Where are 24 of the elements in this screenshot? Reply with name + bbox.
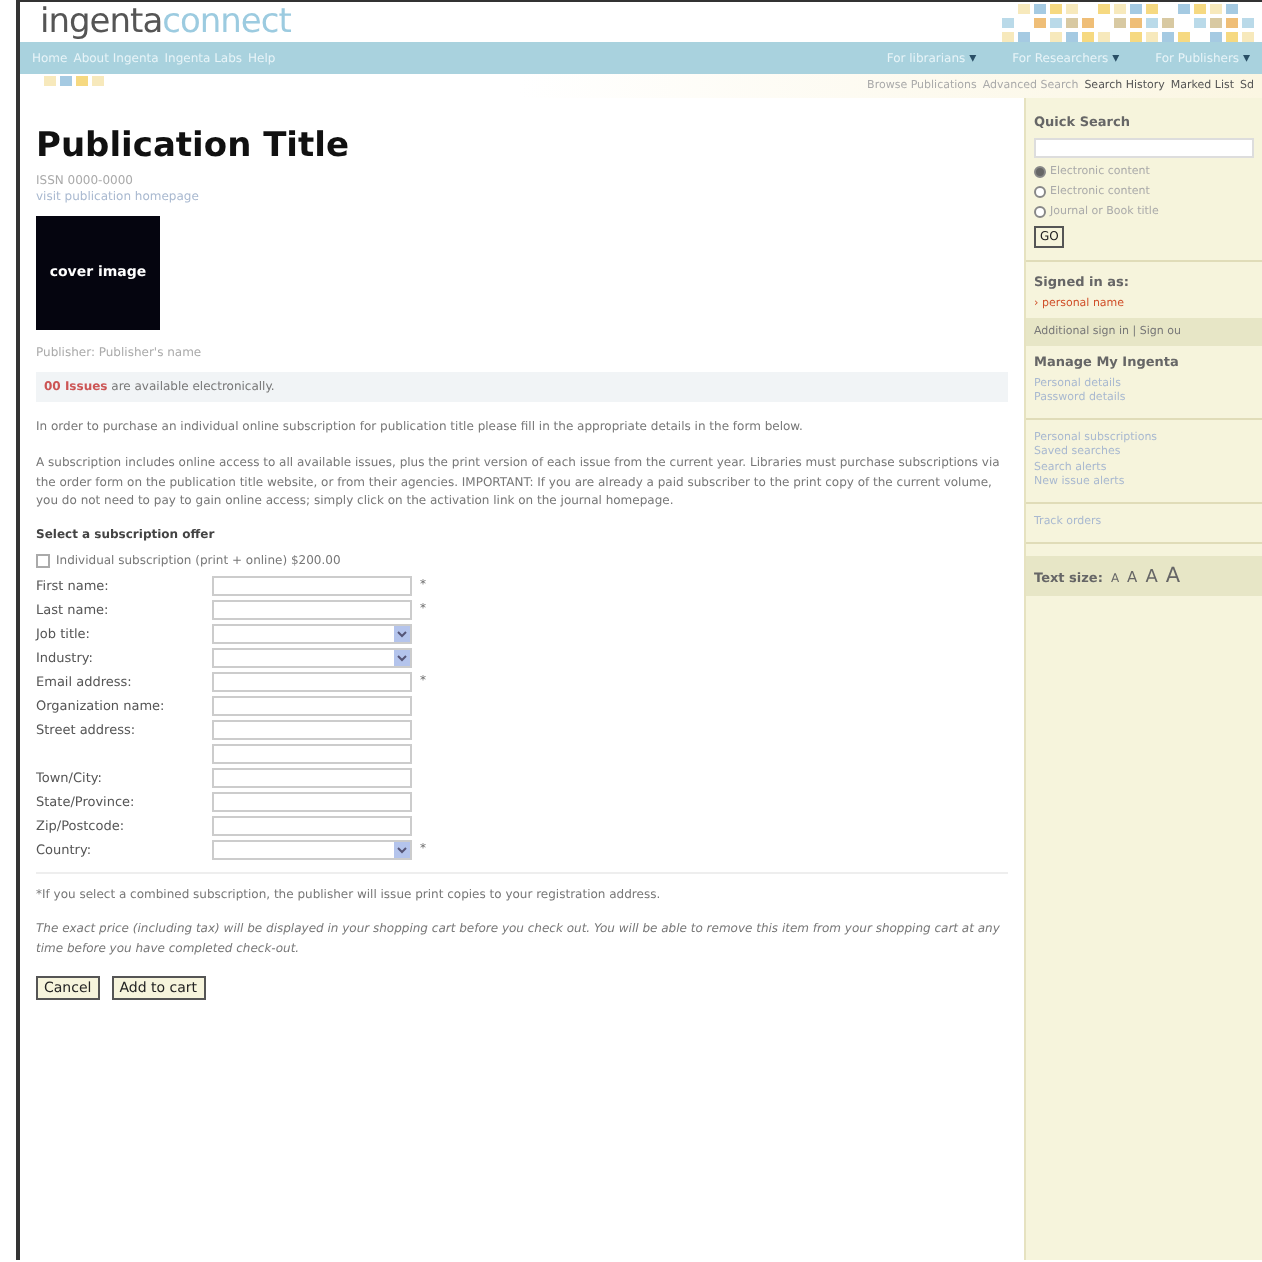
dropdown-arrow-icon [394,841,410,858]
input-field[interactable] [212,743,412,764]
input-field[interactable] [212,791,412,812]
input-field[interactable] [212,767,412,788]
input-field[interactable] [212,599,412,620]
search-field[interactable] [1034,138,1254,158]
input-field[interactable] [212,575,412,596]
dropdown-arrow-icon [394,649,410,666]
logo[interactable]: ingentaconnect [40,2,291,42]
input-field[interactable] [212,695,412,716]
page-title: Publication Title [36,126,351,166]
input-field[interactable] [212,719,412,740]
text-size-option[interactable]: A [1145,567,1158,588]
dropdown-arrow-icon [394,625,410,642]
input-field[interactable] [212,815,412,836]
input-field[interactable] [212,671,412,692]
text-size-option[interactable]: A [1165,563,1181,588]
dropdown[interactable] [212,623,412,644]
checkbox[interactable] [36,553,50,568]
dropdown[interactable] [212,839,412,860]
radio-button[interactable] [1034,186,1046,198]
dropdown[interactable] [212,647,412,668]
radio-button[interactable] [1034,206,1046,218]
radio-button[interactable] [1034,166,1046,178]
